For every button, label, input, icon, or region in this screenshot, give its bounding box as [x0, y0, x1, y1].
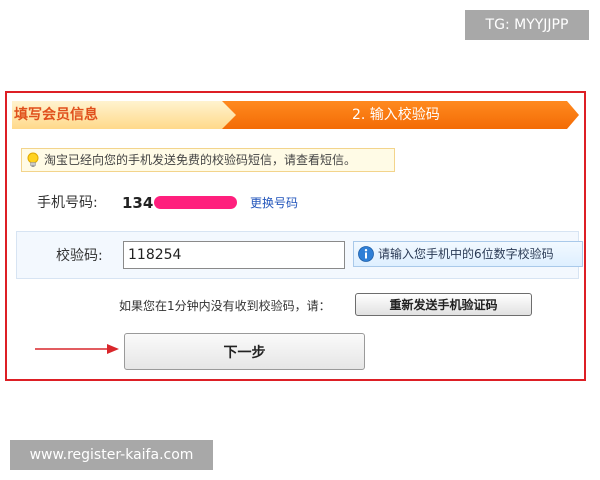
change-number-link[interactable]: 更换号码: [250, 194, 298, 212]
right-arrow-icon: [35, 344, 119, 354]
step-fill-member-info: 填写会员信息: [12, 101, 242, 129]
phone-number-value: 134: [122, 194, 154, 212]
notice-text: 淘宝已经向您的手机发送免费的校验码短信，请查看短信。: [44, 153, 357, 167]
watermark-top: TG: MYYJJPP: [465, 10, 589, 40]
info-icon: [358, 246, 374, 262]
resend-code-button[interactable]: 重新发送手机验证码: [355, 293, 532, 316]
lightbulb-icon: [27, 152, 39, 167]
verification-code-label: 校验码:: [56, 248, 103, 264]
sms-sent-notice: 淘宝已经向您的手机发送免费的校验码短信，请查看短信。: [21, 148, 395, 172]
next-step-button[interactable]: 下一步: [124, 333, 365, 370]
step-progress-bar: 填写会员信息 2. 输入校验码: [12, 101, 579, 129]
step1-label: 填写会员信息: [14, 107, 98, 123]
watermark-bottom: www.register-kaifa.com: [10, 440, 213, 470]
registration-panel: 填写会员信息 2. 输入校验码 淘宝已经向您的手机发送免费的校验码短信，请查看短…: [5, 91, 586, 381]
code-hint-text: 请输入您手机中的6位数字校验码: [378, 247, 554, 261]
step-enter-code-active: 2. 输入校验码: [222, 101, 579, 129]
screenshot-stage: TG: MYYJJPP 填写会员信息 2. 输入校验码 淘宝已经向您的手机发送免…: [0, 0, 600, 480]
verification-code-row: 校验码: 请输入您手机中的6位数字校验码: [16, 231, 583, 279]
code-hint-box: 请输入您手机中的6位数字校验码: [353, 241, 583, 267]
verification-code-input[interactable]: [123, 241, 345, 269]
phone-number-label: 手机号码:: [37, 195, 98, 211]
resend-prompt-text: 如果您在1分钟内没有收到校验码，请：: [119, 299, 331, 313]
phone-number-redaction: [154, 196, 237, 209]
step2-label: 2. 输入校验码: [352, 107, 440, 123]
